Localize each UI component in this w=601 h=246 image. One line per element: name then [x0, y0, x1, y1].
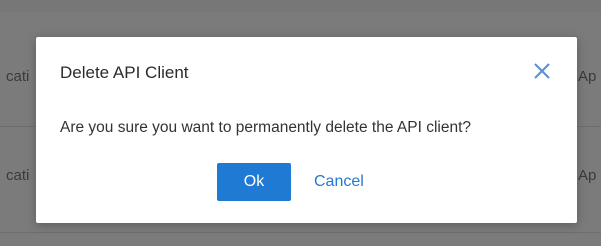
delete-api-client-dialog: Delete API Client Are you sure you want … [36, 37, 577, 223]
dialog-message: Are you sure you want to permanently del… [60, 119, 471, 136]
background-cell-text: Ap [578, 68, 597, 85]
close-icon [534, 63, 550, 79]
close-button[interactable] [528, 57, 556, 85]
cancel-button[interactable]: Cancel [304, 163, 374, 201]
background-header-band [0, 0, 601, 12]
dialog-title: Delete API Client [60, 63, 189, 82]
background-row-divider [0, 232, 601, 233]
background-cell-text: Ap [578, 167, 597, 184]
background-cell-text: cati [6, 68, 30, 85]
ok-button[interactable]: Ok [217, 163, 291, 201]
background-cell-text: cati [6, 167, 30, 184]
